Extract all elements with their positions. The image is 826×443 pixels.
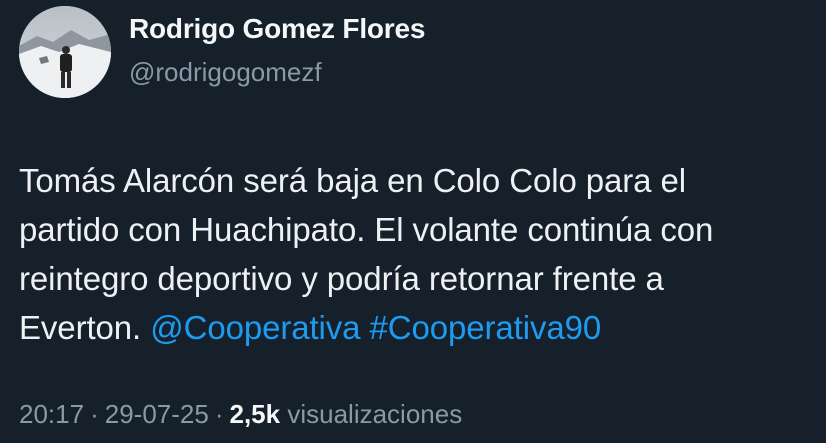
tweet-text-fragment: Everton. bbox=[19, 309, 142, 346]
tweet-text-line: reintegro deportivo y podría retornar fr… bbox=[19, 260, 664, 297]
avatar-photo bbox=[19, 6, 111, 98]
tweet-text: Tomás Alarcón será baja en Colo Colo par… bbox=[19, 156, 809, 352]
tweet-date[interactable]: 29-07-25 bbox=[105, 399, 209, 429]
views-count: 2,5k bbox=[229, 399, 281, 429]
avatar[interactable] bbox=[19, 6, 111, 98]
mention-link[interactable]: @Cooperativa bbox=[150, 309, 360, 346]
tweet-text-line: partido con Huachipato. El volante conti… bbox=[19, 211, 714, 248]
tweet-card: Rodrigo Gomez Flores @rodrigogomezf Tomá… bbox=[0, 0, 826, 443]
meta-separator: · bbox=[214, 399, 224, 429]
tweet-meta: 20:17 · 29-07-25 · 2,5k visualizaciones bbox=[19, 399, 462, 430]
views-label: visualizaciones bbox=[287, 399, 463, 429]
tweet-text-line: Tomás Alarcón será baja en Colo Colo par… bbox=[19, 162, 686, 199]
tweet-text-line-last: Everton. @Cooperativa #Cooperativa90 bbox=[19, 303, 809, 352]
tweet-time[interactable]: 20:17 bbox=[19, 399, 84, 429]
meta-separator: · bbox=[90, 399, 99, 429]
author-handle[interactable]: @rodrigogomezf bbox=[129, 57, 322, 88]
author-name[interactable]: Rodrigo Gomez Flores bbox=[129, 13, 425, 45]
hashtag-link[interactable]: #Cooperativa90 bbox=[370, 309, 602, 346]
